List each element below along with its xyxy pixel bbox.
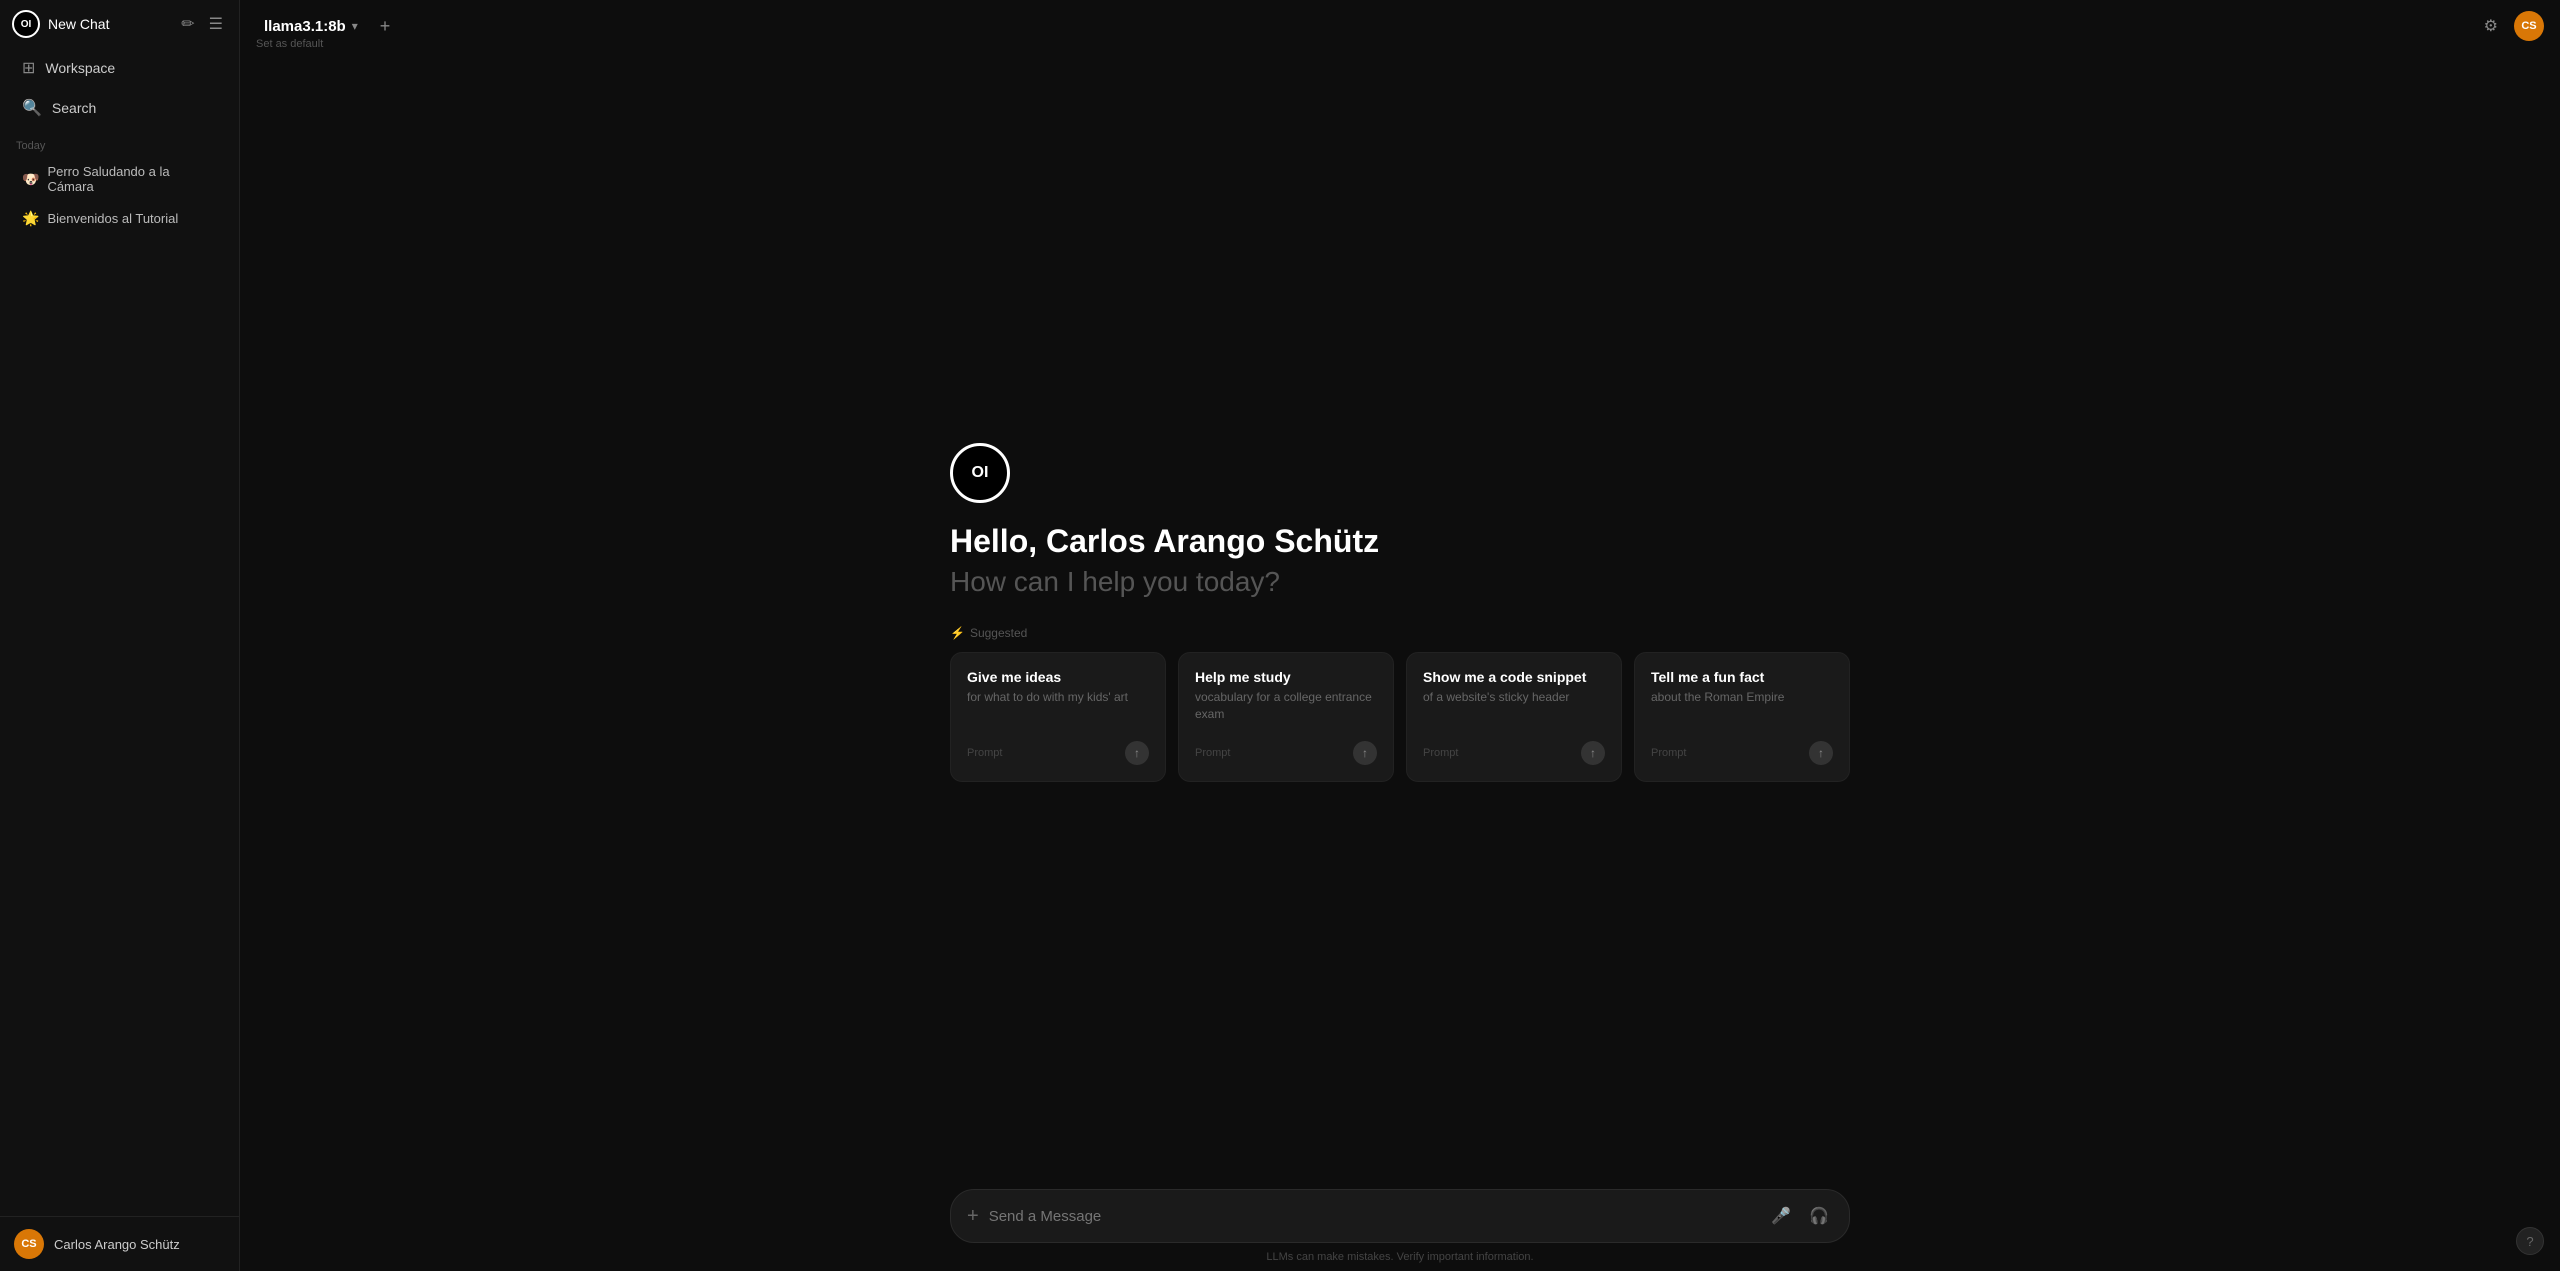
prompt-label-0: Prompt: [967, 747, 1002, 759]
send-arrow-0[interactable]: ↑: [1125, 741, 1149, 765]
suggestion-card-0[interactable]: Give me ideas for what to do with my kid…: [950, 652, 1166, 782]
message-input[interactable]: [989, 1208, 1757, 1225]
suggestion-title-0: Give me ideas: [967, 669, 1149, 685]
workspace-label: Workspace: [45, 60, 115, 76]
chat-label-1: Bienvenidos al Tutorial: [47, 211, 178, 226]
chat-emoji-1: 🌟: [22, 210, 39, 227]
topbar: llama3.1:8b ▾ + Set as default ⚙ CS: [240, 0, 2560, 52]
search-label: Search: [52, 100, 96, 116]
sidebar-item-search[interactable]: 🔍 Search: [6, 88, 233, 128]
suggestion-title-1: Help me study: [1195, 669, 1377, 685]
suggestion-sub-1: vocabulary for a college entrance exam: [1195, 689, 1377, 723]
sidebar-header: OI New Chat ✏ ☰: [0, 0, 239, 48]
chat-history-item-0[interactable]: 🐶 Perro Saludando a la Cámara: [6, 156, 233, 202]
set-default-link[interactable]: Set as default: [256, 38, 323, 50]
prompt-label-1: Prompt: [1195, 747, 1230, 759]
suggestion-card-1[interactable]: Help me study vocabulary for a college e…: [1178, 652, 1394, 782]
suggestion-footer-0: Prompt ↑: [967, 729, 1149, 765]
suggestion-card-3[interactable]: Tell me a fun fact about the Roman Empir…: [1634, 652, 1850, 782]
send-arrow-2[interactable]: ↑: [1581, 741, 1605, 765]
user-avatar: CS: [14, 1229, 44, 1259]
edit-icon[interactable]: ✏: [177, 10, 198, 38]
main-area: llama3.1:8b ▾ + Set as default ⚙ CS OI H…: [240, 0, 2560, 1271]
user-name: Carlos Arango Schütz: [54, 1237, 180, 1252]
search-icon: 🔍: [22, 98, 42, 118]
welcome-title: Hello, Carlos Arango Schütz: [950, 523, 1379, 560]
prompt-label-3: Prompt: [1651, 747, 1686, 759]
header-icons: ✏ ☰: [177, 10, 227, 38]
workspace-icon: ⊞: [22, 58, 35, 78]
topbar-right: ⚙ CS: [2478, 10, 2544, 42]
chat-label-0: Perro Saludando a la Cámara: [47, 164, 217, 194]
app-logo: OI: [12, 10, 40, 38]
chat-emoji-0: 🐶: [22, 171, 39, 188]
disclaimer-text: LLMs can make mistakes. Verify important…: [1266, 1251, 1533, 1263]
model-name: llama3.1:8b: [264, 18, 346, 35]
new-chat-label: New Chat: [48, 16, 169, 32]
prompt-label-2: Prompt: [1423, 747, 1458, 759]
settings-icon[interactable]: ⚙: [2478, 10, 2504, 42]
add-model-button[interactable]: +: [374, 14, 397, 39]
chevron-down-icon: ▾: [352, 19, 358, 33]
oi-logo: OI: [950, 443, 1010, 503]
headphone-icon[interactable]: 🎧: [1805, 1202, 1833, 1230]
welcome-section: OI Hello, Carlos Arango Schütz How can I…: [950, 443, 1850, 782]
lightning-icon: ⚡: [950, 626, 965, 640]
suggestions-grid: Give me ideas for what to do with my kid…: [950, 652, 1850, 782]
model-selector[interactable]: llama3.1:8b ▾: [256, 14, 366, 39]
welcome-subtitle: How can I help you today?: [950, 566, 1280, 598]
send-arrow-3[interactable]: ↑: [1809, 741, 1833, 765]
help-button[interactable]: ?: [2516, 1227, 2544, 1255]
send-arrow-1[interactable]: ↑: [1353, 741, 1377, 765]
suggestion-footer-3: Prompt ↑: [1651, 729, 1833, 765]
sidebar-item-workspace[interactable]: ⊞ Workspace: [6, 48, 233, 88]
suggestion-footer-1: Prompt ↑: [1195, 729, 1377, 765]
message-input-wrapper: + 🎤 🎧: [950, 1189, 1850, 1243]
suggestion-title-3: Tell me a fun fact: [1651, 669, 1833, 685]
suggestion-sub-0: for what to do with my kids' art: [967, 689, 1149, 706]
user-profile[interactable]: CS Carlos Arango Schütz: [0, 1216, 239, 1271]
suggested-label: ⚡ Suggested: [950, 626, 1027, 640]
topbar-user-avatar[interactable]: CS: [2514, 11, 2544, 41]
bottom-bar: + 🎤 🎧 LLMs can make mistakes. Verify imp…: [240, 1173, 2560, 1271]
section-today: Today: [0, 128, 239, 156]
suggestion-footer-2: Prompt ↑: [1423, 729, 1605, 765]
suggestion-sub-3: about the Roman Empire: [1651, 689, 1833, 706]
menu-icon[interactable]: ☰: [205, 10, 227, 38]
chat-history-item-1[interactable]: 🌟 Bienvenidos al Tutorial: [6, 202, 233, 235]
suggestion-sub-2: of a website's sticky header: [1423, 689, 1605, 706]
sidebar: OI New Chat ✏ ☰ ⊞ Workspace 🔍 Search Tod…: [0, 0, 240, 1271]
suggestion-card-2[interactable]: Show me a code snippet of a website's st…: [1406, 652, 1622, 782]
suggestion-title-2: Show me a code snippet: [1423, 669, 1605, 685]
add-attachment-button[interactable]: +: [967, 1205, 979, 1228]
microphone-icon[interactable]: 🎤: [1767, 1202, 1795, 1230]
chat-area: OI Hello, Carlos Arango Schütz How can I…: [240, 52, 2560, 1173]
